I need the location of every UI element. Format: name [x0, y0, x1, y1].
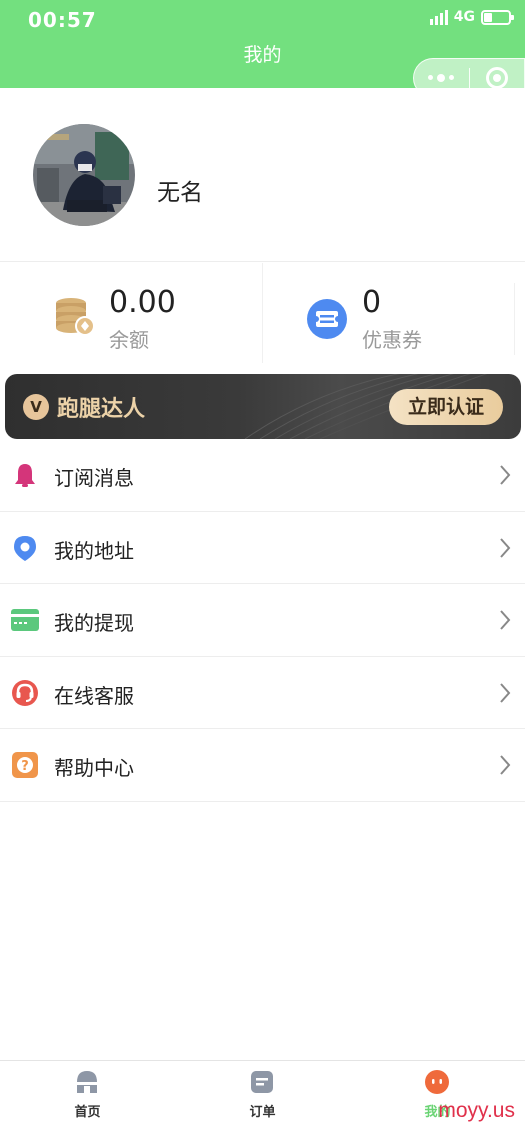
- menu-item-label: 我的地址: [54, 538, 134, 563]
- card-icon: [11, 606, 39, 634]
- menu-item-label: 订阅消息: [54, 466, 134, 490]
- stats-row: 0.00 余额 0 优惠券: [0, 263, 525, 363]
- balance-value: 0.00: [109, 285, 176, 320]
- mine-icon: [424, 1069, 450, 1095]
- coins-icon: [53, 295, 95, 341]
- chevron-right-icon: [500, 755, 511, 775]
- location-pin-icon: [11, 534, 39, 562]
- chevron-right-icon: [500, 610, 511, 630]
- chevron-right-icon: [500, 682, 511, 703]
- menu-item-help[interactable]: ? 帮助中心: [0, 729, 525, 802]
- watermark: moyy.us: [438, 1099, 515, 1122]
- order-icon: [249, 1069, 275, 1095]
- status-time: 00:57: [28, 8, 97, 32]
- status-indicators: 4G: [429, 9, 514, 25]
- chevron-right-icon: [500, 537, 511, 558]
- home-icon: [74, 1069, 100, 1095]
- chevron-right-icon: [500, 465, 511, 485]
- rider-verify-banner[interactable]: V 跑腿达人 立即认证: [5, 374, 521, 439]
- tab-label: 首页: [74, 1105, 101, 1120]
- menu-item-address[interactable]: 我的地址: [0, 512, 525, 584]
- avatar[interactable]: [33, 124, 135, 226]
- more-dots-icon[interactable]: [414, 73, 469, 82]
- stats-divider: [514, 283, 515, 355]
- coupon-value: 0: [362, 285, 382, 320]
- signal-icon: [429, 9, 448, 25]
- vip-badge-icon: V: [23, 394, 49, 420]
- menu-item-label: 在线客服: [54, 683, 134, 708]
- question-icon: ?: [11, 751, 39, 779]
- menu-item-label: 帮助中心: [54, 756, 134, 780]
- tab-orders[interactable]: 订单: [175, 1061, 350, 1128]
- banner-title: 跑腿达人: [57, 397, 146, 422]
- username: 无名: [157, 180, 203, 206]
- menu-item-label: 我的提现: [54, 611, 134, 635]
- menu-item-subscribe[interactable]: 订阅消息: [0, 439, 525, 512]
- battery-icon: [481, 9, 514, 25]
- menu-item-withdraw[interactable]: 我的提现: [0, 584, 525, 657]
- header: 00:57 4G 我的: [0, 0, 525, 98]
- coupon-label: 优惠券: [362, 328, 422, 352]
- tab-label: 订单: [249, 1105, 276, 1120]
- balance-label: 余额: [109, 328, 149, 352]
- bell-icon: [11, 461, 39, 489]
- ticket-icon: [307, 299, 347, 343]
- menu-list: 订阅消息 我的地址 我的提现 在线客服 ? 帮助中心: [0, 439, 525, 802]
- network-type: 4G: [453, 9, 475, 25]
- headset-icon: [11, 679, 39, 707]
- verify-now-button[interactable]: 立即认证: [389, 389, 503, 425]
- svg-text:?: ?: [21, 759, 29, 774]
- balance-stat[interactable]: 0.00 余额: [0, 263, 262, 363]
- tab-home[interactable]: 首页: [0, 1061, 175, 1128]
- menu-item-service[interactable]: 在线客服: [0, 657, 525, 729]
- coupon-stat[interactable]: 0 优惠券: [262, 263, 525, 363]
- target-circle-icon[interactable]: [469, 67, 524, 89]
- profile-section: 无名: [0, 88, 525, 262]
